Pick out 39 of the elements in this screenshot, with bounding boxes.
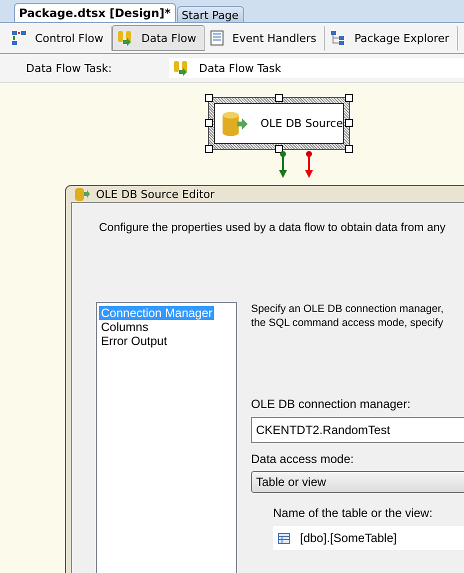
designer-tab[interactable]: Event Handlers bbox=[205, 25, 326, 51]
document-tab[interactable]: Start Page bbox=[176, 6, 244, 22]
dialog-title: OLE DB Source Editor bbox=[96, 188, 215, 200]
field-label: Data access mode: bbox=[251, 452, 355, 466]
notepad-icon bbox=[210, 30, 224, 46]
page-list-item[interactable]: Columns bbox=[99, 320, 150, 334]
resize-handle[interactable] bbox=[345, 94, 353, 102]
data-flow-icon bbox=[173, 60, 189, 76]
flow-diagram-icon bbox=[11, 30, 27, 46]
database-icon bbox=[74, 186, 90, 202]
data-flow-icon bbox=[117, 30, 134, 46]
component-selection[interactable]: OLE DB Source bbox=[208, 97, 350, 150]
task-select[interactable]: Data Flow Task bbox=[169, 58, 464, 78]
resize-handle[interactable] bbox=[275, 94, 283, 102]
dialog-description: Configure the properties used by a data flow to obtain data from any bbox=[98, 221, 446, 236]
access-mode-dropdown[interactable]: Table or view bbox=[251, 471, 464, 493]
resize-handle[interactable] bbox=[205, 94, 213, 102]
tree-icon bbox=[330, 30, 346, 46]
resize-handle[interactable] bbox=[205, 119, 213, 127]
instruction-text: Specify an OLE DB connection manager, bbox=[251, 302, 445, 316]
table-icon bbox=[278, 532, 290, 544]
page-list-item[interactable]: Error Output bbox=[99, 334, 170, 348]
field-label: Name of the table or the view: bbox=[273, 506, 434, 520]
task-label: Data Flow Task: bbox=[26, 62, 113, 74]
table-name: [dbo].[SomeTable] bbox=[300, 531, 397, 545]
document-tab[interactable]: Package.dtsx [Design]* bbox=[14, 3, 176, 22]
success-path-arrow[interactable] bbox=[279, 151, 287, 179]
resize-handle[interactable] bbox=[345, 145, 353, 153]
designer-tab[interactable]: Package Explorer bbox=[325, 25, 458, 51]
error-path-arrow[interactable] bbox=[305, 151, 313, 179]
connection-manager-field[interactable]: CKENTDT2.RandomTest bbox=[251, 417, 464, 443]
resize-handle[interactable] bbox=[275, 145, 283, 153]
designer-tab[interactable]: Data Flow bbox=[112, 25, 206, 51]
resize-handle[interactable] bbox=[345, 119, 353, 127]
instruction-text: the SQL command access mode, specify bbox=[251, 316, 444, 330]
ole-db-source-component[interactable]: OLE DB Source bbox=[214, 103, 344, 144]
field-label: OLE DB connection manager: bbox=[251, 397, 412, 411]
table-name-field[interactable]: [dbo].[SomeTable] bbox=[273, 526, 464, 550]
resize-handle[interactable] bbox=[205, 145, 213, 153]
